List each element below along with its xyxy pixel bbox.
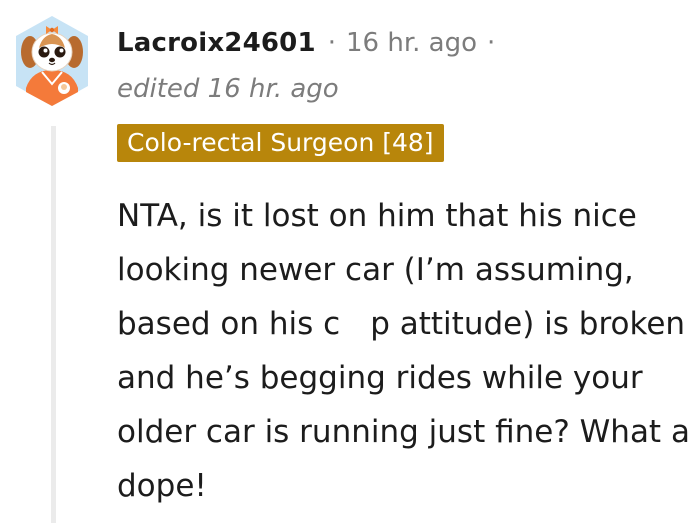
comment-body: NTA, is it lost on him that his nice loo… <box>117 189 693 513</box>
timestamp-link[interactable]: 16 hr. ago <box>346 28 477 58</box>
edited-label: edited 16 hr. ago <box>117 74 339 104</box>
thread-line[interactable] <box>51 126 56 523</box>
meta-separator-trailing: · <box>487 28 496 58</box>
redaction-mask <box>340 313 371 338</box>
comment-paragraph: NTA, is it lost on him that his nice loo… <box>117 189 693 513</box>
comment: Lacroix24601 · 16 hr. ago · edited 16 hr… <box>0 0 693 523</box>
username-link[interactable]: Lacroix24601 <box>117 28 316 58</box>
meta-separator: · <box>327 28 337 58</box>
comment-meta: Lacroix24601 · 16 hr. ago · <box>117 28 495 68</box>
user-flair: Colo-rectal Surgeon [48] <box>117 124 444 162</box>
user-avatar[interactable] <box>12 14 92 110</box>
puppy-avatar-icon <box>16 16 88 106</box>
